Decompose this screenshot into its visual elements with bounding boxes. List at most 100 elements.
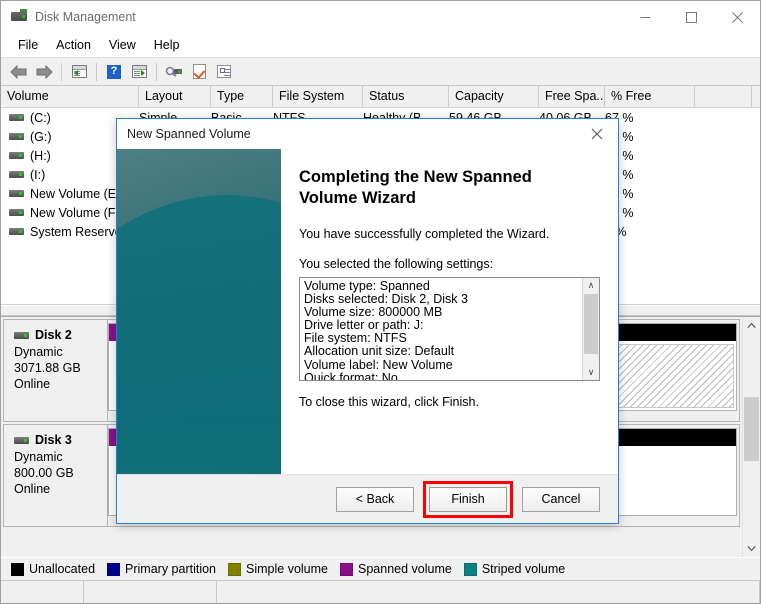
- window-title-bar: Disk Management: [1, 1, 760, 33]
- column-header-percent-free[interactable]: % Free: [605, 86, 695, 107]
- refresh-icon[interactable]: [187, 61, 211, 83]
- legend-item-spanned-volume: Spanned volume: [340, 562, 452, 576]
- settings-summary-box[interactable]: Volume type: Spanned Disks selected: Dis…: [299, 277, 600, 381]
- finish-button-highlight: Finish: [423, 480, 513, 518]
- legend-swatch: [11, 562, 24, 576]
- legend-label: Striped volume: [481, 562, 566, 576]
- scroll-down-arrow-icon[interactable]: ∨: [583, 365, 599, 380]
- disk-icon: [14, 435, 30, 446]
- help-icon[interactable]: ?: [102, 61, 126, 83]
- setting-quick-format: Quick format: No: [304, 370, 398, 380]
- column-header-volume[interactable]: Volume: [1, 86, 139, 107]
- scroll-thumb[interactable]: [744, 397, 759, 461]
- disk-status: Online: [14, 482, 51, 496]
- column-header-blank[interactable]: [695, 86, 752, 107]
- dialog-footer: < Back Finish Cancel: [117, 474, 618, 523]
- settings-list: Volume type: Spanned Disks selected: Dis…: [300, 278, 582, 380]
- maximize-button[interactable]: [668, 1, 714, 33]
- settings-prompt: You selected the following settings:: [299, 257, 494, 271]
- dialog-closing-note: To close this wizard, click Finish.: [299, 395, 479, 409]
- toolbar: ?: [1, 57, 760, 86]
- cell-volume: (G:): [30, 129, 52, 144]
- dialog-heading: Completing the New Spanned Volume Wizard: [299, 168, 532, 207]
- cell-volume: (I:): [30, 167, 46, 182]
- legend-item-unallocated: Unallocated: [11, 562, 95, 576]
- column-header-status[interactable]: Status: [363, 86, 449, 107]
- dialog-intro-text: You have successfully completed the Wiza…: [299, 227, 550, 241]
- menu-item-action[interactable]: Action: [47, 35, 100, 55]
- disk-size: 3071.88 GB: [14, 361, 81, 375]
- toolbar-separator: [156, 62, 157, 81]
- cell-volume: New Volume (E:): [30, 186, 124, 201]
- legend-swatch: [228, 562, 242, 576]
- scroll-down-arrow-icon[interactable]: [743, 540, 760, 557]
- show-hide-action-pane-icon[interactable]: [127, 61, 151, 83]
- dialog-title-bar: New Spanned Volume: [117, 119, 618, 149]
- volume-icon: [9, 169, 25, 180]
- dialog-body: Completing the New Spanned Volume Wizard…: [117, 149, 618, 474]
- legend-label: Simple volume: [246, 562, 328, 576]
- toolbar-separator: [96, 62, 97, 81]
- minimize-button[interactable]: [622, 1, 668, 33]
- rescan-disks-icon[interactable]: [162, 61, 186, 83]
- menu-item-file[interactable]: File: [9, 35, 47, 55]
- cell-volume: (C:): [30, 110, 51, 125]
- legend-swatch: [340, 562, 353, 576]
- disk-name: Disk 2: [35, 328, 72, 342]
- status-cell: [84, 581, 217, 603]
- volume-icon: [9, 150, 25, 161]
- legend-item-primary-partition: Primary partition: [107, 562, 216, 576]
- toolbar-separator: [61, 62, 62, 81]
- column-header-capacity[interactable]: Capacity: [449, 86, 539, 107]
- volume-icon: [9, 112, 25, 123]
- status-cell: [217, 581, 760, 603]
- disk-drive-icon: [11, 9, 27, 25]
- volume-icon: [9, 226, 25, 237]
- disk-type: Dynamic: [14, 450, 63, 464]
- back-icon[interactable]: [7, 61, 31, 83]
- setting-allocation-unit-size: Allocation unit size: Default: [304, 344, 455, 359]
- legend-swatch: [463, 562, 477, 576]
- column-header-free-space[interactable]: Free Spa...: [539, 86, 605, 107]
- scroll-thumb[interactable]: [584, 294, 598, 354]
- dialog-close-icon[interactable]: [576, 119, 618, 149]
- disk-name: Disk 3: [35, 433, 72, 447]
- dialog-title: New Spanned Volume: [127, 127, 251, 141]
- column-header-file-system[interactable]: File System: [273, 86, 363, 107]
- cell-volume: (H:): [30, 148, 51, 163]
- forward-icon[interactable]: [32, 61, 56, 83]
- legend-label: Primary partition: [125, 562, 217, 576]
- dialog-main: Completing the New Spanned Volume Wizard…: [281, 149, 618, 474]
- wizard-banner-image: [117, 149, 281, 474]
- column-header-type[interactable]: Type: [211, 86, 273, 107]
- legend-item-simple-volume: Simple volume: [228, 562, 328, 576]
- cell-volume: System Reserved: [30, 224, 129, 239]
- menu-item-help[interactable]: Help: [145, 35, 189, 55]
- finish-button[interactable]: Finish: [429, 486, 507, 512]
- window-title: Disk Management: [35, 10, 136, 24]
- disk-icon: [14, 330, 30, 341]
- menu-item-view[interactable]: View: [100, 35, 145, 55]
- disk-size: 800.00 GB: [14, 466, 74, 480]
- setting-volume-label: Volume label: New Volume: [304, 357, 453, 372]
- show-hide-console-tree-icon[interactable]: [67, 61, 91, 83]
- volume-icon: [9, 188, 25, 199]
- properties-icon[interactable]: [212, 61, 236, 83]
- close-button[interactable]: [714, 1, 760, 33]
- disk-info: Disk 2 Dynamic 3071.88 GB Online: [4, 320, 108, 421]
- scroll-up-arrow-icon[interactable]: [743, 317, 760, 334]
- menu-bar: File Action View Help: [1, 33, 760, 57]
- volume-icon: [9, 131, 25, 142]
- settings-scrollbar[interactable]: ∧ ∨: [582, 278, 599, 380]
- column-header-layout[interactable]: Layout: [139, 86, 211, 107]
- cancel-button[interactable]: Cancel: [522, 486, 600, 512]
- disk-info: Disk 3 Dynamic 800.00 GB Online: [4, 425, 108, 526]
- volume-list-header: Volume Layout Type File System Status Ca…: [1, 86, 760, 108]
- disk-type: Dynamic: [14, 345, 63, 359]
- legend-swatch: [107, 562, 121, 576]
- disk-pane-scrollbar[interactable]: [742, 317, 760, 557]
- new-spanned-volume-dialog: New Spanned Volume Completing the New Sp…: [116, 118, 619, 524]
- scroll-up-arrow-icon[interactable]: ∧: [583, 278, 599, 293]
- legend-bar: Unallocated Primary partition Simple vol…: [1, 557, 760, 580]
- back-button[interactable]: < Back: [336, 486, 414, 512]
